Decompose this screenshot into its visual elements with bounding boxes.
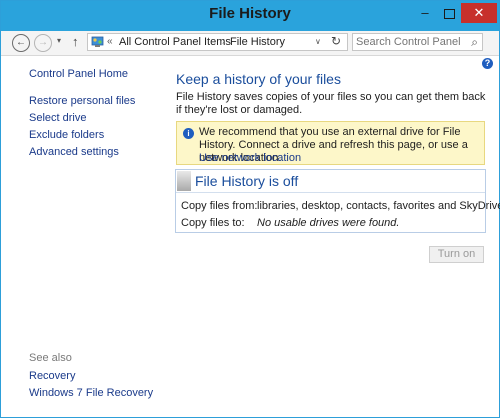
search-box[interactable]: ⌕ xyxy=(352,33,483,51)
minimize-button[interactable]: – xyxy=(413,3,437,23)
breadcrumb-file-history[interactable]: File History xyxy=(230,36,285,48)
file-history-window: File History – ✕ ← → ▾ ↑ « All Control P… xyxy=(0,0,500,418)
close-button[interactable]: ✕ xyxy=(461,3,497,23)
title-bar[interactable]: File History – ✕ xyxy=(1,1,499,31)
select-drive-link[interactable]: Select drive xyxy=(29,112,86,124)
help-icon[interactable]: ? xyxy=(482,58,493,69)
up-button[interactable]: ↑ xyxy=(72,34,79,49)
status-header: File History is off xyxy=(176,170,485,193)
page-heading: Keep a history of your files xyxy=(176,71,341,87)
info-bar: i We recommend that you use an external … xyxy=(176,121,485,165)
see-also-label: See also xyxy=(29,352,72,364)
copy-from-value: libraries, desktop, contacts, favorites … xyxy=(257,200,500,212)
windows-7-file-recovery-link[interactable]: Windows 7 File Recovery xyxy=(29,387,153,399)
turn-on-button[interactable]: Turn on xyxy=(429,246,484,263)
control-panel-home-link[interactable]: Control Panel Home xyxy=(29,68,128,80)
copy-to-value: No usable drives were found. xyxy=(257,217,400,229)
forward-button[interactable]: → xyxy=(34,34,52,52)
page-description: File History saves copies of your files … xyxy=(176,91,486,116)
info-icon: i xyxy=(183,128,194,139)
copy-to-label: Copy files to: xyxy=(181,217,245,229)
breadcrumb-all-control-panel-items[interactable]: All Control Panel Items xyxy=(119,36,231,48)
drive-status-icon xyxy=(177,171,191,191)
refresh-icon[interactable]: ↻ xyxy=(331,34,341,48)
maximize-icon xyxy=(443,8,455,19)
use-network-location-link[interactable]: Use network location xyxy=(199,152,301,164)
breadcrumb-overflow-icon[interactable]: « xyxy=(107,36,113,47)
recovery-link[interactable]: Recovery xyxy=(29,370,75,382)
advanced-settings-link[interactable]: Advanced settings xyxy=(29,146,119,158)
control-panel-icon xyxy=(91,36,104,47)
search-icon[interactable]: ⌕ xyxy=(471,35,478,50)
maximize-button[interactable] xyxy=(437,3,461,23)
back-button[interactable]: ← xyxy=(12,34,30,52)
status-panel: File History is off Copy files from: lib… xyxy=(175,169,500,233)
copy-from-label: Copy files from: xyxy=(181,200,258,212)
recent-locations-chevron-icon[interactable]: ▾ xyxy=(57,36,61,45)
address-bar[interactable]: « All Control Panel Items › File History… xyxy=(87,33,348,51)
status-title: File History is off xyxy=(195,173,299,189)
exclude-folders-link[interactable]: Exclude folders xyxy=(29,129,104,141)
navigation-bar: ← → ▾ ↑ « All Control Panel Items › File… xyxy=(1,31,499,56)
address-dropdown-icon[interactable]: ∨ xyxy=(315,37,321,46)
restore-personal-files-link[interactable]: Restore personal files xyxy=(29,95,135,107)
breadcrumb-separator-icon[interactable]: › xyxy=(222,36,225,47)
search-input[interactable] xyxy=(356,35,464,49)
